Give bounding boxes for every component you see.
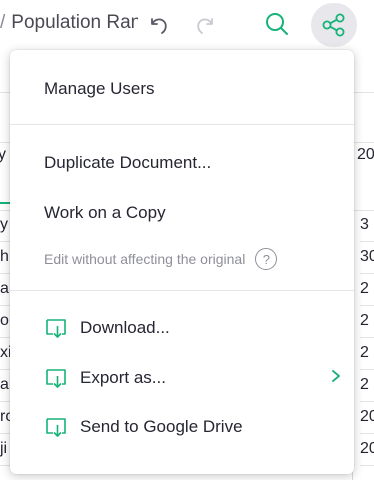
duplicate-document-label: Duplicate Document... — [44, 153, 212, 172]
export-as-label: Export as... — [80, 368, 166, 387]
send-to-google-drive-item[interactable]: Send to Google Drive — [10, 409, 354, 445]
redo-button[interactable] — [191, 10, 221, 40]
grid-cell[interactable]: 20 — [360, 440, 374, 466]
chevron-right-icon — [330, 369, 342, 388]
work-on-copy-item[interactable]: Work on a Copy — [10, 195, 354, 231]
share-menu: Manage Users Duplicate Document... Work … — [10, 50, 354, 474]
grid-cell[interactable]: 2 — [360, 280, 374, 306]
column-header-left[interactable]: y — [0, 146, 6, 180]
download-icon — [44, 367, 68, 389]
download-item[interactable]: Download... — [10, 310, 354, 346]
work-on-copy-hint-text: Edit without affecting the original — [44, 251, 246, 267]
work-on-copy-hint: Edit without affecting the original ? — [44, 247, 278, 271]
redo-icon — [197, 18, 213, 34]
top-bar: / Population Ran — [0, 0, 374, 50]
export-as-item[interactable]: Export as... — [10, 360, 354, 396]
share-icon — [322, 13, 345, 37]
grid-cell[interactable]: 20 — [360, 408, 374, 434]
column-header-right[interactable]: 20 — [357, 146, 374, 180]
send-to-google-drive-label: Send to Google Drive — [80, 417, 243, 436]
share-button[interactable] — [311, 3, 357, 47]
grid-cell[interactable]: 3 — [360, 216, 374, 242]
work-on-copy-label: Work on a Copy — [44, 203, 166, 222]
breadcrumb-separator: / — [0, 12, 6, 33]
download-icon — [44, 416, 68, 438]
search-icon — [266, 13, 288, 35]
download-icon — [44, 317, 68, 339]
grid-cell[interactable]: 2 — [360, 344, 374, 370]
menu-divider — [10, 290, 354, 291]
undo-button[interactable] — [143, 10, 173, 40]
document-title: Population Ran — [11, 12, 138, 33]
download-label: Download... — [80, 318, 170, 337]
grid-cell[interactable]: 30 — [360, 248, 374, 274]
grid-cell[interactable]: 2 — [360, 376, 374, 402]
undo-icon — [151, 18, 167, 34]
manage-users-item[interactable]: Manage Users — [10, 71, 354, 107]
menu-divider — [10, 124, 354, 125]
help-icon[interactable]: ? — [255, 248, 278, 270]
manage-users-label: Manage Users — [44, 79, 155, 98]
grid-cell[interactable]: 2 — [360, 312, 374, 338]
breadcrumb[interactable]: / Population Ran — [0, 12, 138, 34]
search-button[interactable] — [262, 9, 292, 39]
duplicate-document-item[interactable]: Duplicate Document... — [10, 145, 354, 181]
